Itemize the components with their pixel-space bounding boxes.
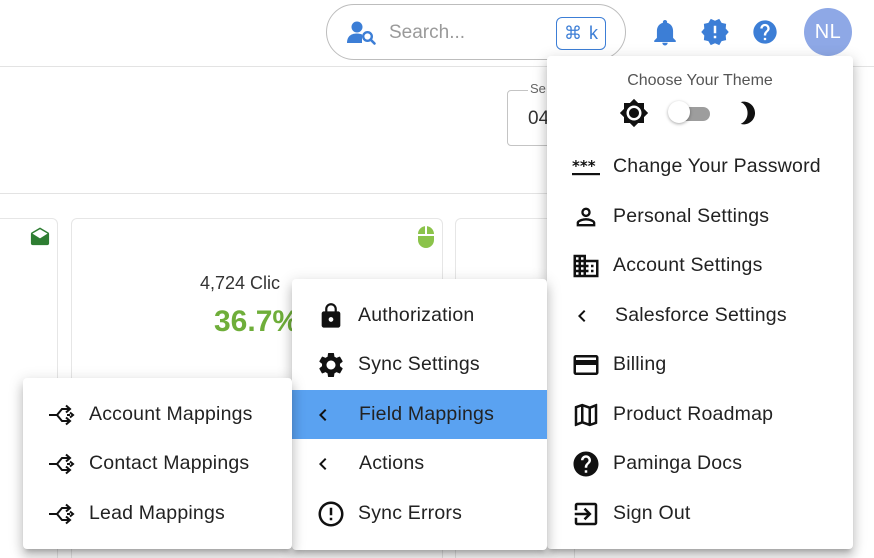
- lock-icon: [316, 301, 346, 331]
- error-outline-icon: [316, 499, 346, 529]
- section-divider: [0, 193, 560, 194]
- menu-item-product-roadmap[interactable]: Product Roadmap: [547, 390, 853, 439]
- menu-item-label: Account Mappings: [89, 403, 253, 425]
- command-key-glyph: ⌘: [564, 23, 582, 43]
- shortcut-key-letter: k: [589, 23, 598, 43]
- menu-item-label: Paminga Docs: [613, 452, 743, 474]
- theme-selector: [619, 96, 779, 130]
- password-icon: ***: [571, 152, 601, 182]
- opened-mail-icon: [29, 227, 51, 252]
- person-search-icon: [347, 20, 377, 46]
- help-circle-icon[interactable]: [750, 16, 780, 48]
- menu-item-label: Field Mappings: [359, 403, 495, 425]
- menu-item-label: Actions: [359, 452, 425, 474]
- menu-item-sync-settings[interactable]: Sync Settings: [292, 340, 547, 389]
- help-circle-icon: [571, 449, 601, 479]
- menu-item-label: Sync Settings: [358, 353, 480, 375]
- announcement-badge-icon[interactable]: [700, 16, 730, 48]
- building-icon: [571, 251, 601, 281]
- map-icon: [571, 400, 601, 430]
- menu-item-label: Sign Out: [613, 502, 691, 524]
- menu-item-label: Billing: [613, 353, 667, 375]
- clicks-percent-value: 36.7%: [214, 305, 300, 338]
- salesforce-settings-submenu: Authorization Sync Settings Field Mappin…: [292, 279, 547, 550]
- menu-item-actions[interactable]: Actions: [292, 439, 547, 488]
- search-input[interactable]: [389, 18, 539, 48]
- merge-icon: [47, 499, 77, 529]
- menu-item-label: Contact Mappings: [89, 452, 250, 474]
- menu-item-label: Salesforce Settings: [615, 304, 787, 326]
- user-account-menu: Choose Your Theme *** Change Your Passwo…: [547, 56, 853, 549]
- theme-selector-title: Choose Your Theme: [627, 72, 773, 89]
- dark-mode-moon-icon: [737, 100, 759, 131]
- menu-item-sync-errors[interactable]: Sync Errors: [292, 489, 547, 538]
- menu-item-lead-mappings[interactable]: Lead Mappings: [23, 489, 292, 538]
- menu-item-personal-settings[interactable]: Personal Settings: [547, 192, 853, 241]
- light-mode-sun-icon: [619, 98, 649, 133]
- menu-item-account-settings[interactable]: Account Settings: [547, 241, 853, 290]
- global-search-box[interactable]: ⌘ k: [326, 4, 626, 60]
- chevron-left-icon: [308, 400, 338, 430]
- svg-text:***: ***: [572, 158, 596, 175]
- mouse-icon: [416, 225, 436, 254]
- menu-item-billing[interactable]: Billing: [547, 340, 853, 389]
- menu-item-change-password[interactable]: *** Change Your Password: [547, 142, 853, 191]
- merge-icon: [47, 449, 77, 479]
- menu-item-contact-mappings[interactable]: Contact Mappings: [23, 439, 292, 488]
- menu-item-label: Personal Settings: [613, 205, 770, 227]
- field-mappings-submenu: Account Mappings Contact Mappings Lead M…: [23, 378, 292, 549]
- menu-item-label: Sync Errors: [358, 502, 463, 524]
- clicks-count-label: 4,724 Clic: [200, 273, 281, 293]
- gear-icon: [316, 350, 346, 380]
- menu-item-label: Product Roadmap: [613, 403, 774, 425]
- person-icon: [571, 202, 601, 232]
- credit-card-icon: [571, 350, 601, 380]
- menu-item-salesforce-settings[interactable]: Salesforce Settings: [547, 291, 853, 340]
- menu-item-paminga-docs[interactable]: Paminga Docs: [547, 439, 853, 488]
- menu-item-label: Lead Mappings: [89, 502, 225, 524]
- menu-item-account-mappings[interactable]: Account Mappings: [23, 390, 292, 439]
- merge-icon: [47, 400, 77, 430]
- menu-item-authorization[interactable]: Authorization: [292, 291, 547, 340]
- notifications-bell-icon[interactable]: [650, 16, 680, 48]
- menu-item-label: Change Your Password: [613, 155, 821, 177]
- theme-toggle-thumb[interactable]: [668, 101, 690, 123]
- logout-icon: [571, 499, 601, 529]
- menu-item-label: Authorization: [358, 304, 475, 326]
- menu-item-sign-out[interactable]: Sign Out: [547, 489, 853, 538]
- theme-toggle-switch[interactable]: [668, 101, 714, 123]
- menu-item-label: Account Settings: [613, 254, 763, 276]
- date-filter-value: 04: [528, 108, 550, 129]
- chevron-left-icon: [308, 449, 338, 479]
- chevron-left-icon: [567, 301, 597, 331]
- user-avatar[interactable]: NL: [804, 8, 852, 56]
- search-shortcut-hint: ⌘ k: [556, 17, 606, 50]
- menu-item-field-mappings[interactable]: Field Mappings: [292, 390, 547, 439]
- date-filter-label: Se: [528, 81, 548, 96]
